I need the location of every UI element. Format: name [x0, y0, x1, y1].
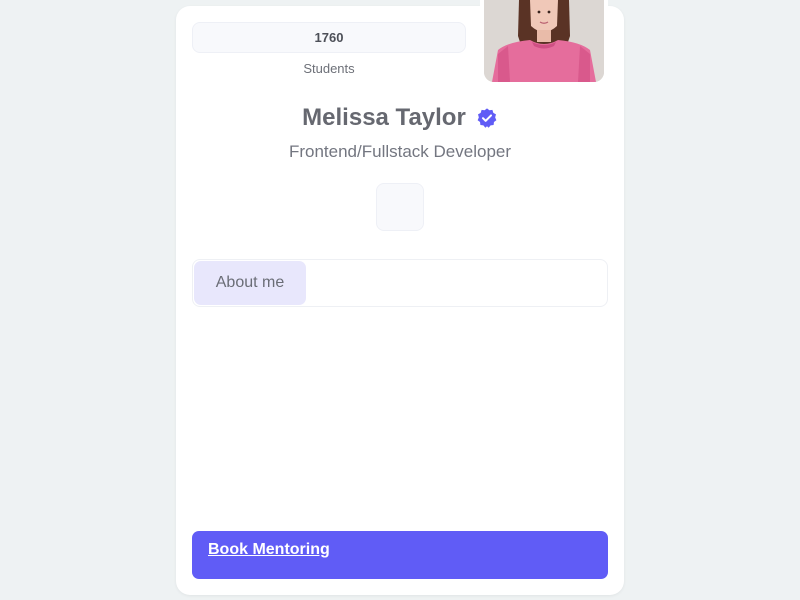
book-mentoring-label[interactable]: Book Mentoring	[208, 541, 330, 558]
book-mentoring-button[interactable]: Book Mentoring	[192, 531, 608, 579]
students-label: Students	[303, 61, 355, 76]
profile-name: Melissa Taylor	[302, 104, 466, 131]
students-count: 1760	[192, 22, 466, 53]
profile-photo-illustration	[484, 0, 604, 82]
profile-role: Frontend/Fullstack Developer	[288, 142, 512, 161]
profile-photo	[484, 0, 604, 82]
social-link-placeholder[interactable]	[376, 183, 424, 231]
profile-tabs: About me	[192, 259, 608, 307]
students-count-value: 1760	[314, 30, 344, 45]
verified-badge-icon	[476, 107, 498, 129]
profile-name-row: Melissa Taylor	[176, 104, 624, 132]
tab-about-me[interactable]: About me	[194, 261, 306, 305]
tab-about-me-label: About me	[215, 274, 285, 291]
